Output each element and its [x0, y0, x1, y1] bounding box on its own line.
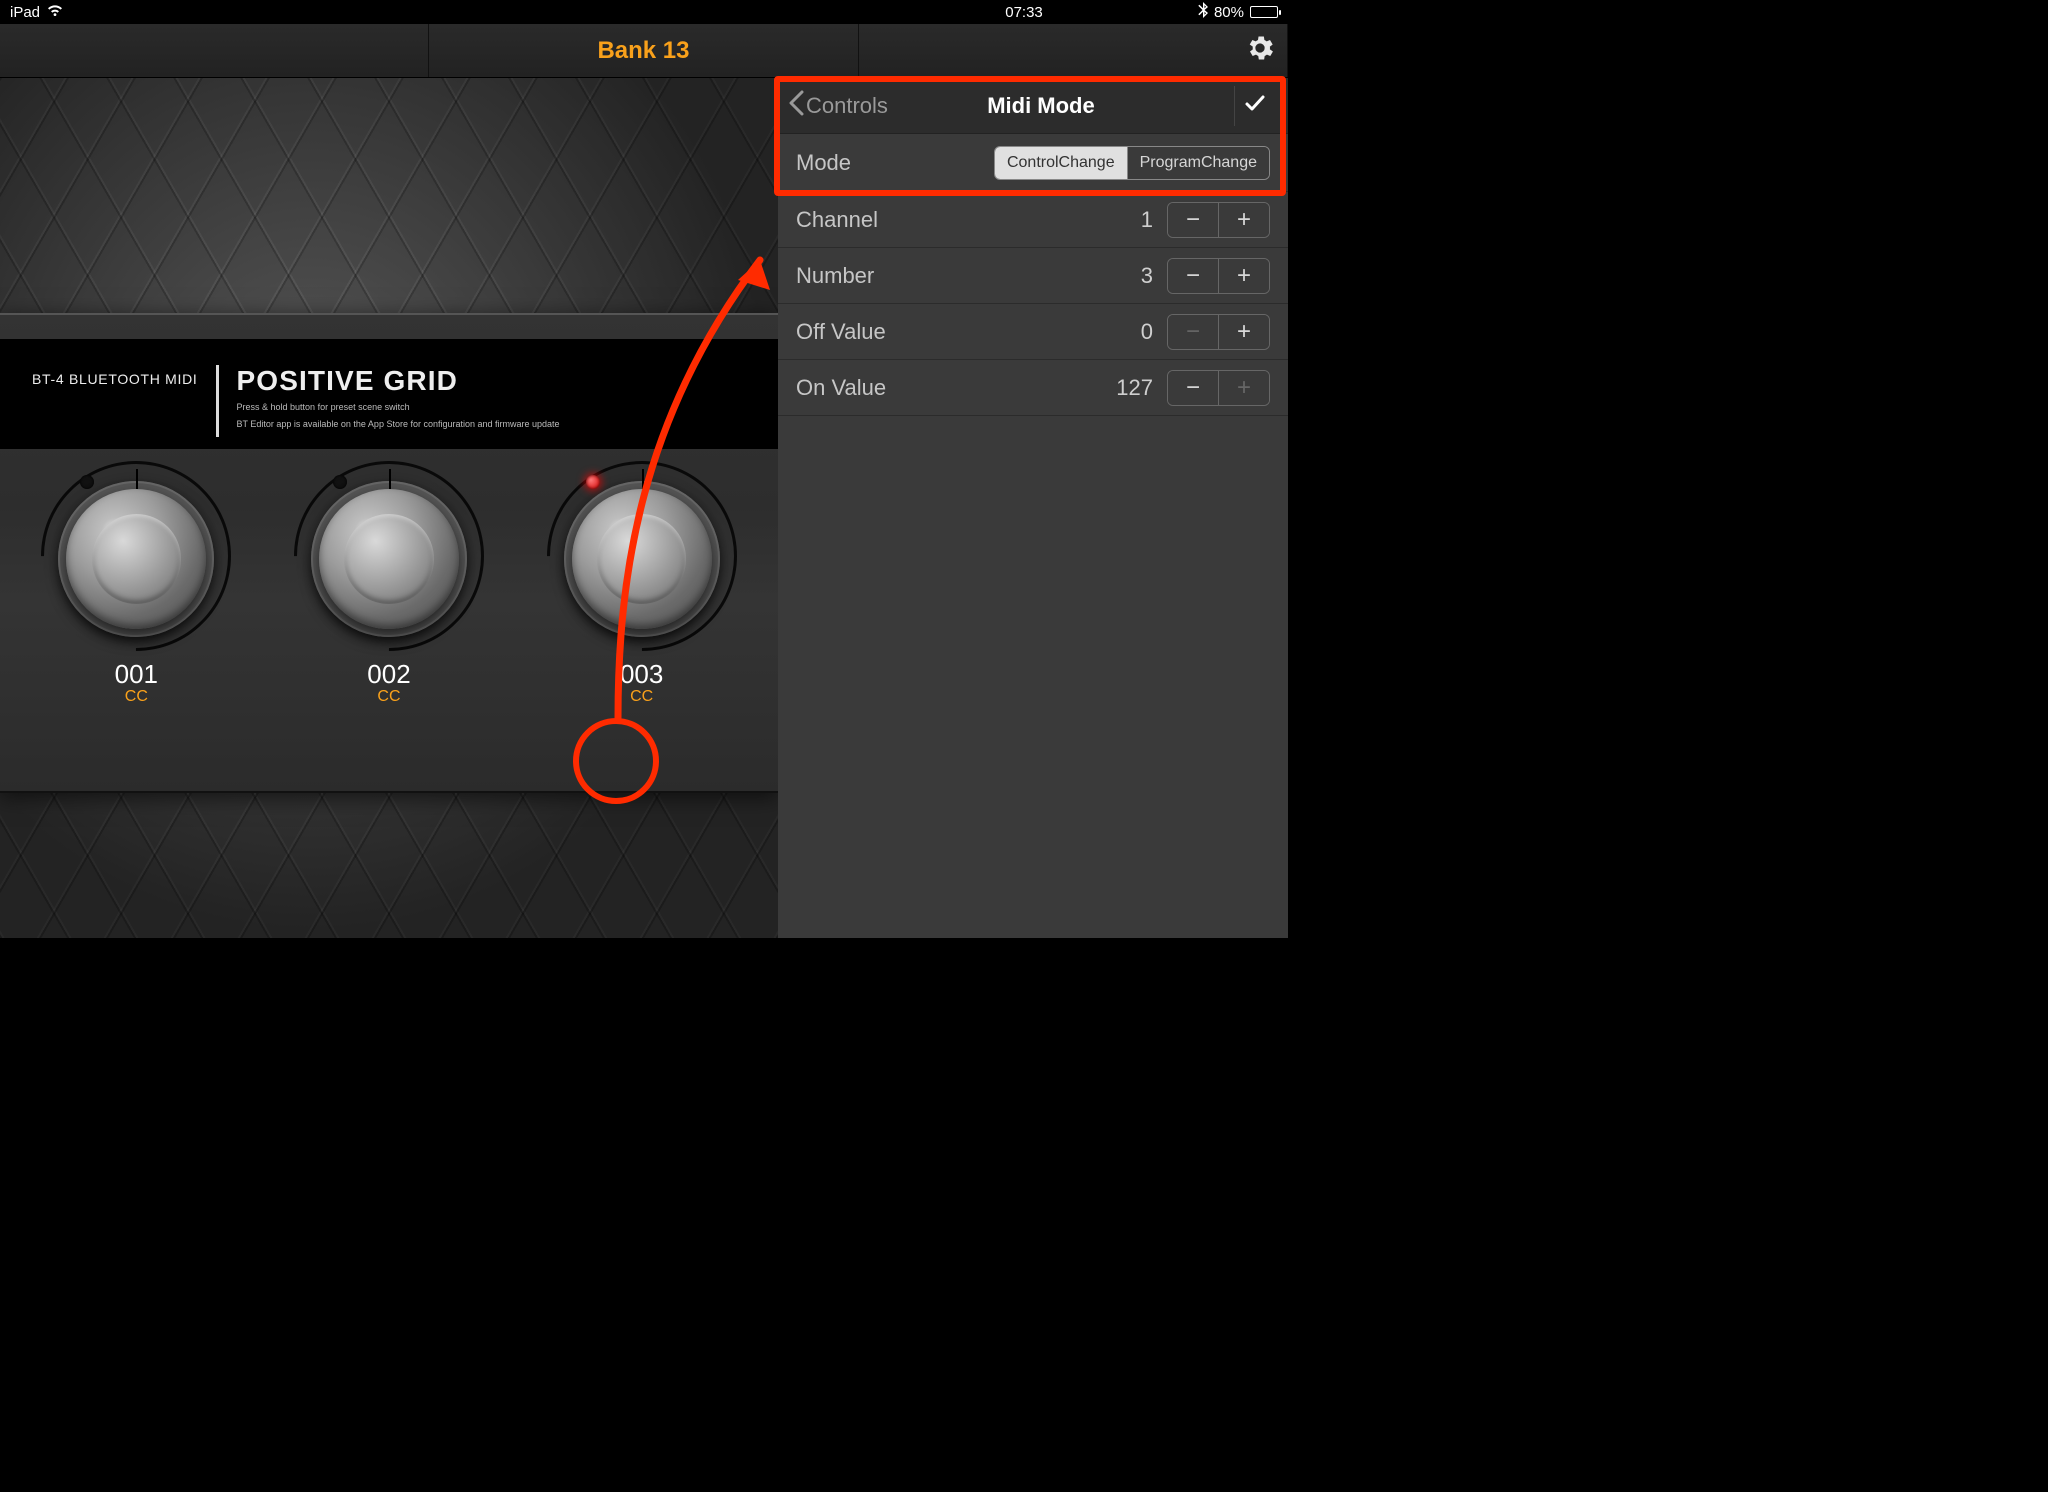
on-value-stepper[interactable]: − +	[1167, 370, 1270, 406]
row-value: 127	[1116, 375, 1153, 401]
footswitch-number: 003	[620, 659, 663, 690]
on-value-row: On Value 127 − +	[778, 360, 1288, 416]
mode-option-cc[interactable]: ControlChange	[995, 147, 1127, 179]
title-center-segment[interactable]: Bank 13	[429, 24, 858, 77]
chevron-left-icon	[788, 90, 804, 122]
minus-button[interactable]: −	[1168, 371, 1218, 405]
model-label: BT-4 BLUETOOTH MIDI	[32, 365, 198, 387]
footswitch-number: 001	[115, 659, 158, 690]
row-value: 1	[1141, 207, 1153, 233]
footswitch-2[interactable]: 002 CC	[279, 461, 499, 721]
led-icon	[586, 475, 600, 489]
row-value: 0	[1141, 319, 1153, 345]
row-label: Off Value	[796, 319, 1141, 345]
footswitch-type: CC	[367, 688, 410, 706]
pedal-unit: BT-4 BLUETOOTH MIDI POSITIVE GRID Press …	[0, 313, 778, 793]
row-value: 3	[1141, 263, 1153, 289]
brand-divider	[216, 365, 219, 437]
device-label: iPad	[10, 4, 40, 21]
wifi-icon	[46, 4, 64, 21]
number-stepper[interactable]: − +	[1167, 258, 1270, 294]
title-bar: Bank 13	[0, 24, 1288, 78]
bluetooth-icon	[1198, 2, 1208, 22]
brand-sub1: Press & hold button for preset scene swi…	[237, 401, 560, 414]
led-icon	[333, 475, 347, 489]
battery-pct: 80%	[1214, 4, 1244, 21]
settings-panel: Controls Midi Mode Mode ControlChange Pr…	[778, 78, 1288, 938]
bank-title: Bank 13	[597, 37, 689, 65]
channel-row: Channel 1 − +	[778, 192, 1288, 248]
footswitch-number: 002	[367, 659, 410, 690]
confirm-button[interactable]	[1234, 86, 1274, 126]
mode-segmented-control[interactable]: ControlChange ProgramChange	[994, 146, 1270, 180]
mode-label: Mode	[796, 150, 994, 176]
row-label: Channel	[796, 207, 1141, 233]
off-value-row: Off Value 0 − +	[778, 304, 1288, 360]
title-right-segment[interactable]	[859, 24, 1288, 77]
plus-button[interactable]: +	[1219, 315, 1269, 349]
minus-button[interactable]: −	[1168, 203, 1218, 237]
footswitch-1[interactable]: 001 CC	[26, 461, 246, 721]
row-label: Number	[796, 263, 1141, 289]
footswitch-type: CC	[620, 688, 663, 706]
panel-header: Controls Midi Mode	[778, 78, 1288, 134]
brand-label: POSITIVE GRID	[237, 365, 560, 397]
settings-button[interactable]	[1240, 31, 1280, 71]
mode-row: Mode ControlChange ProgramChange	[778, 134, 1288, 192]
minus-button: −	[1168, 315, 1218, 349]
pedal-view: BT-4 BLUETOOTH MIDI POSITIVE GRID Press …	[0, 78, 778, 938]
checkmark-icon	[1244, 92, 1266, 119]
panel-title: Midi Mode	[848, 93, 1234, 119]
mode-option-pc[interactable]: ProgramChange	[1128, 147, 1269, 179]
battery-icon	[1250, 6, 1278, 18]
minus-button[interactable]: −	[1168, 259, 1218, 293]
title-left-segment[interactable]	[0, 24, 429, 77]
row-label: On Value	[796, 375, 1116, 401]
status-bar: iPad 07:33 80%	[0, 0, 1288, 24]
gear-icon	[1244, 32, 1276, 69]
plus-button[interactable]: +	[1219, 259, 1269, 293]
plus-button[interactable]: +	[1219, 203, 1269, 237]
footswitch-type: CC	[115, 688, 158, 706]
clock: 07:33	[1005, 4, 1043, 21]
brand-sub2: BT Editor app is available on the App St…	[237, 418, 560, 431]
channel-stepper[interactable]: − +	[1167, 202, 1270, 238]
footswitch-3[interactable]: 003 CC	[532, 461, 752, 721]
plus-button: +	[1219, 371, 1269, 405]
off-value-stepper[interactable]: − +	[1167, 314, 1270, 350]
number-row: Number 3 − +	[778, 248, 1288, 304]
